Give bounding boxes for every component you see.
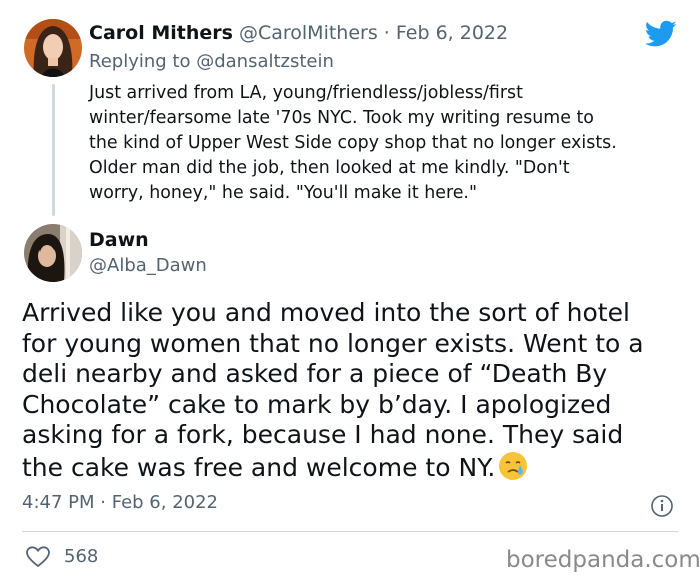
tweet2-last-line: the cake was free and welcome to NY. xyxy=(22,451,692,489)
tweet1-text: Just arrived from LA, young/friendless/j… xyxy=(89,81,679,206)
twitter-bird-icon xyxy=(644,20,677,52)
tweet1-line: winter/fearsome late '70s NYC. Took my w… xyxy=(89,108,594,128)
replying-to[interactable]: Replying to @dansaltzstein xyxy=(89,51,334,72)
thread-line xyxy=(52,84,55,216)
carol-avatar[interactable] xyxy=(24,19,82,77)
divider xyxy=(22,531,678,532)
tweet1-author-handle[interactable]: @CarolMithers xyxy=(239,22,378,44)
tweet2-line: for young women that no longer exists. W… xyxy=(22,328,644,358)
tweet2-date: Feb 6, 2022 xyxy=(111,492,219,513)
tweet1-line: Just arrived from LA, young/friendless/j… xyxy=(89,83,523,103)
tweet2-line: the cake was free and welcome to NY. xyxy=(22,452,496,482)
tweet2-time: 4:47 PM xyxy=(22,492,95,513)
tweet1-line: worry, honey," he said. "You'll make it … xyxy=(89,183,477,203)
tweet1-line: the kind of Upper West Side copy shop th… xyxy=(89,133,617,153)
dawn-avatar[interactable] xyxy=(24,224,82,282)
heart-icon[interactable] xyxy=(26,546,50,572)
tweet2-timestamp[interactable]: 4:47 PM · Feb 6, 2022 xyxy=(22,492,218,513)
tweet1-separator: · xyxy=(383,22,390,44)
tweet1-author-name[interactable]: Carol Mithers xyxy=(89,22,233,44)
tweet2-line: Chocolate” cake to mark by b’day. I apol… xyxy=(22,389,612,419)
tweet2-author-name[interactable]: Dawn xyxy=(89,229,149,251)
tweet1-header: Carol Mithers @CarolMithers · Feb 6, 202… xyxy=(89,22,508,44)
timestamp-separator: · xyxy=(100,492,112,513)
tweet2-text: Arrived like you and moved into the sort… xyxy=(22,298,692,488)
tweet2-line: Arrived like you and moved into the sort… xyxy=(22,298,630,327)
tweet2-line: asking for a fork, because I had none. T… xyxy=(22,420,624,449)
crying-face-emoji-icon xyxy=(498,451,528,489)
tweet1-date[interactable]: Feb 6, 2022 xyxy=(396,22,508,44)
info-icon[interactable] xyxy=(650,494,674,522)
tweet2-author-handle[interactable]: @Alba_Dawn xyxy=(89,255,207,276)
tweet2-line: deli nearby and asked for a piece of “De… xyxy=(22,359,608,388)
like-count[interactable]: 568 xyxy=(64,546,98,567)
tweet1-line: Older man did the job, then looked at me… xyxy=(89,158,570,178)
watermark: boredpanda.com xyxy=(506,547,700,573)
